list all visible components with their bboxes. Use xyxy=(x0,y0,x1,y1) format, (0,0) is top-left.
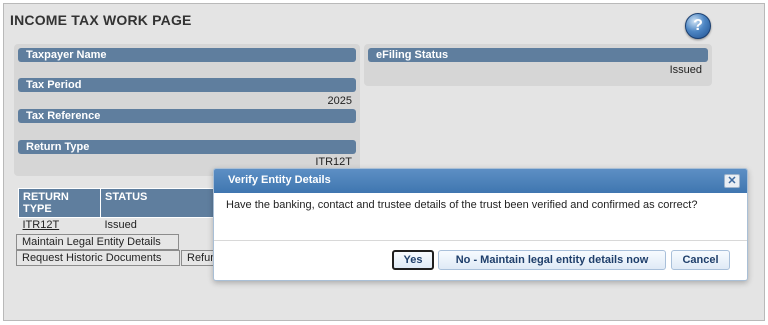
dialog-title: Verify Entity Details xyxy=(228,174,331,186)
return-type-header: RETURN TYPE xyxy=(18,188,101,218)
yes-button[interactable]: Yes xyxy=(392,250,434,270)
dialog-message: Have the banking, contact and trustee de… xyxy=(226,199,698,211)
request-docs-button[interactable]: Request Historic Documents xyxy=(16,250,180,266)
dialog-divider xyxy=(214,240,747,241)
returns-table: RETURN TYPE STATUS ITR12T Issued xyxy=(18,188,216,232)
maintain-details-button[interactable]: No - Maintain legal entity details now xyxy=(438,250,666,270)
taxpayer-panel: Taxpayer Name Tax Period 2025 Tax Refere… xyxy=(14,44,360,176)
tax-reference-label: Tax Reference xyxy=(18,109,356,123)
return-type-link[interactable]: ITR12T xyxy=(23,219,60,231)
efiling-status-label: eFiling Status xyxy=(368,48,708,62)
status-cell: Issued xyxy=(104,219,137,231)
table-row: ITR12T Issued xyxy=(19,218,216,233)
tax-period-label: Tax Period xyxy=(18,78,356,92)
status-header: STATUS xyxy=(100,188,216,218)
help-icon[interactable]: ? xyxy=(685,13,711,39)
cancel-button[interactable]: Cancel xyxy=(671,250,730,270)
efiling-status-value: Issued xyxy=(669,64,702,76)
return-type-value: ITR12T xyxy=(315,156,352,168)
close-icon[interactable]: ✕ xyxy=(724,174,740,188)
efiling-panel: eFiling Status Issued xyxy=(364,44,712,86)
verify-entity-dialog: Verify Entity Details ✕ Have the banking… xyxy=(213,168,748,281)
page-title: INCOME TAX WORK PAGE xyxy=(10,12,192,28)
return-type-label: Return Type xyxy=(18,140,356,154)
taxpayer-name-label: Taxpayer Name xyxy=(18,48,356,62)
tax-period-value: 2025 xyxy=(327,95,352,107)
dialog-titlebar[interactable]: Verify Entity Details ✕ xyxy=(214,169,747,193)
maintain-entity-button[interactable]: Maintain Legal Entity Details xyxy=(16,234,179,250)
